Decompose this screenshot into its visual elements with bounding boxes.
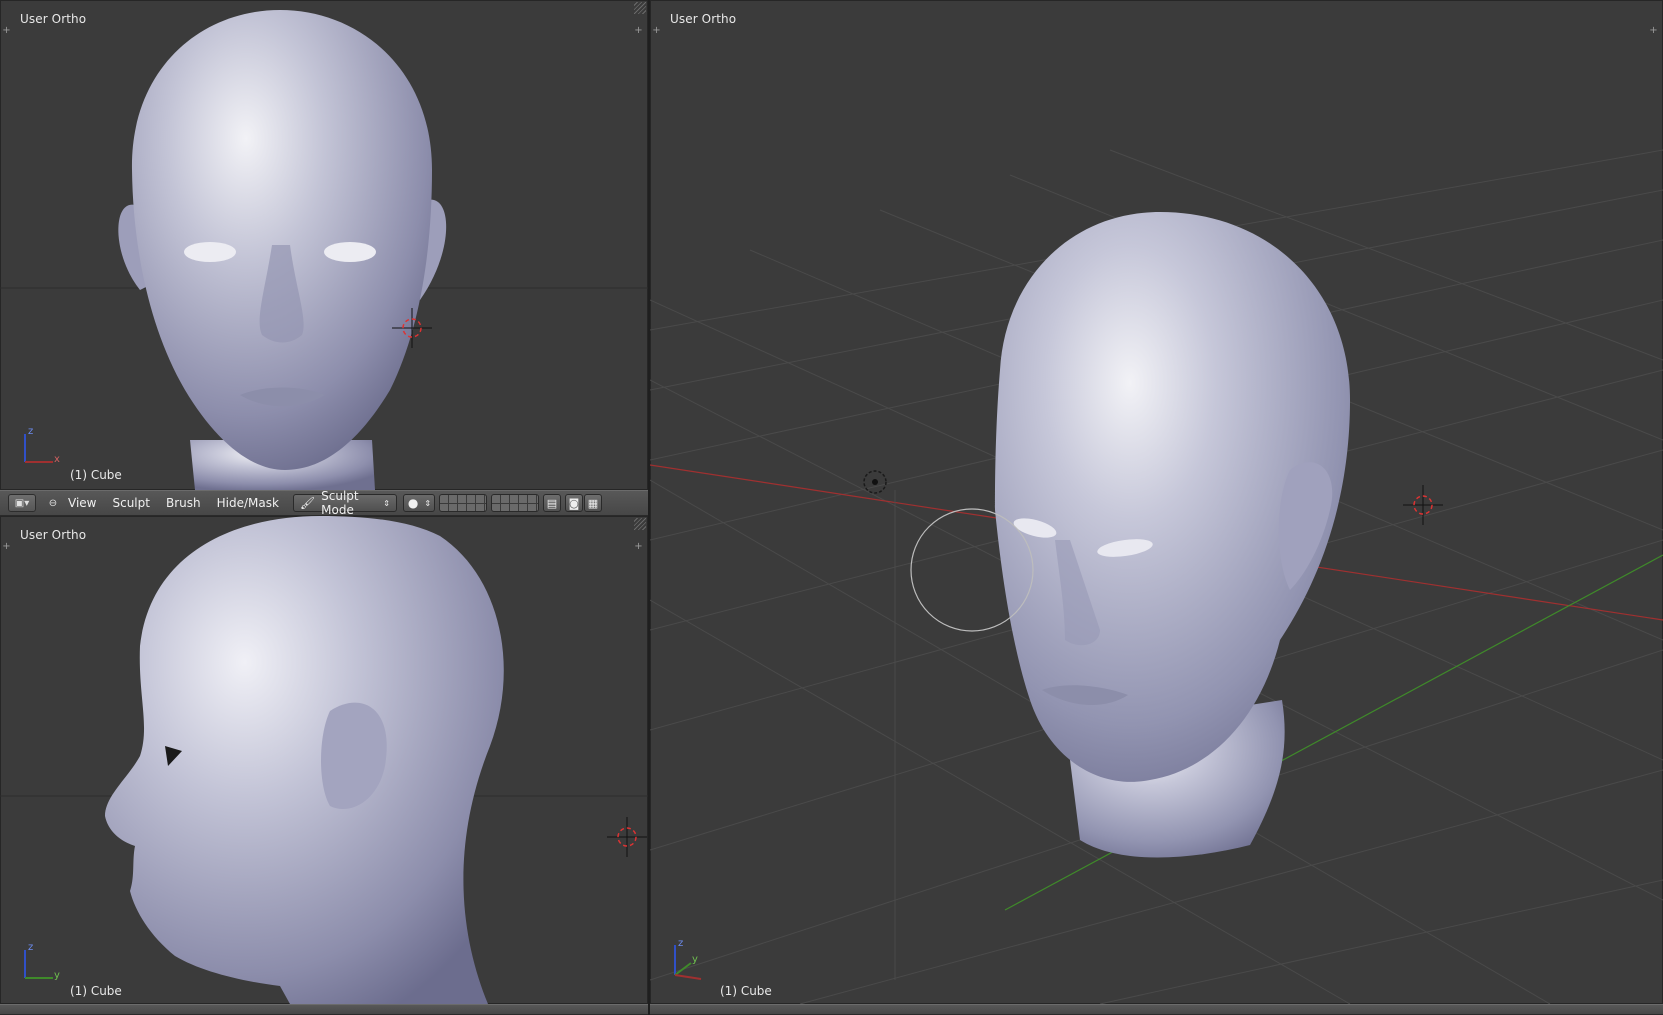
- active-object-label: (1) Cube: [70, 468, 122, 482]
- viewport-shading-dropdown[interactable]: ● ⇕: [402, 494, 435, 512]
- layer-grid-icon[interactable]: [490, 494, 539, 512]
- menu-view[interactable]: View: [60, 492, 104, 514]
- axis-x-label: x: [54, 454, 60, 465]
- chevron-updown-icon: ⇕: [383, 498, 390, 508]
- active-object-label: (1) Cube: [70, 984, 122, 998]
- side-view-scene: [0, 516, 648, 1004]
- mode-selector[interactable]: 🖌 Sculpt Mode ⇕: [292, 489, 397, 517]
- viewport-header: [650, 1004, 1663, 1015]
- brush-icon: 🖌: [299, 496, 316, 510]
- area-split-handle[interactable]: [634, 2, 646, 14]
- left-eye: [184, 242, 236, 262]
- menu-sculpt[interactable]: Sculpt: [104, 492, 157, 514]
- mode-label: Sculpt Mode: [321, 489, 359, 517]
- viewport-shading-icon: ●: [407, 496, 419, 510]
- axis-z-label: z: [28, 942, 34, 953]
- axis-z-label: z: [28, 426, 34, 437]
- axis-y-label: y: [692, 954, 698, 965]
- viewport-header: [0, 1004, 648, 1015]
- area-split-handle[interactable]: [634, 518, 646, 530]
- chevron-updown-icon: ⇕: [424, 498, 432, 508]
- render-icon[interactable]: ▦: [583, 494, 602, 512]
- corner-plus-icon[interactable]: +: [1649, 26, 1658, 36]
- layer-grid-icon[interactable]: [438, 494, 487, 512]
- axis-z-label: z: [678, 938, 684, 949]
- front-view-scene: [0, 10, 648, 490]
- light-icon[interactable]: [863, 470, 887, 494]
- viewport-title: User Ortho: [20, 12, 87, 26]
- editor-type-icon[interactable]: ▣▾: [8, 494, 36, 512]
- menu-brush[interactable]: Brush: [158, 492, 209, 514]
- right-eye: [324, 242, 376, 262]
- viewport-title: User Ortho: [670, 12, 737, 26]
- viewport-top-left[interactable]: User Ortho (1) Cube z x + +: [0, 0, 648, 490]
- viewport-title: User Ortho: [20, 528, 87, 542]
- corner-plus-icon[interactable]: +: [652, 26, 661, 36]
- corner-plus-icon[interactable]: +: [2, 26, 11, 36]
- 3d-cursor-icon[interactable]: [607, 817, 647, 857]
- corner-plus-icon[interactable]: +: [634, 542, 643, 552]
- 3d-cursor-icon[interactable]: [1403, 485, 1443, 525]
- viewport-header: ▣▾ ⊖ View Sculpt Brush Hide/Mask 🖌 Sculp…: [0, 489, 648, 517]
- corner-plus-icon[interactable]: +: [2, 542, 11, 552]
- axis-gizmo: [24, 434, 53, 463]
- lock-camera-icon[interactable]: ▤: [542, 494, 561, 512]
- axis-y-label: y: [54, 970, 60, 981]
- viewport-right[interactable]: User Ortho (1) Cube z y + +: [650, 0, 1663, 1004]
- header-collapse-icon[interactable]: ⊖: [46, 494, 60, 512]
- camera-icon[interactable]: ◙: [564, 494, 583, 512]
- corner-plus-icon[interactable]: +: [634, 26, 643, 36]
- menu-hide-mask[interactable]: Hide/Mask: [209, 492, 287, 514]
- axis-gizmo: [24, 950, 53, 979]
- perspective-scene: [650, 149, 1663, 1004]
- head-side: [105, 516, 504, 1004]
- viewport-bottom-left[interactable]: User Ortho (1) Cube z y + +: [0, 516, 648, 1004]
- active-object-label: (1) Cube: [720, 984, 772, 998]
